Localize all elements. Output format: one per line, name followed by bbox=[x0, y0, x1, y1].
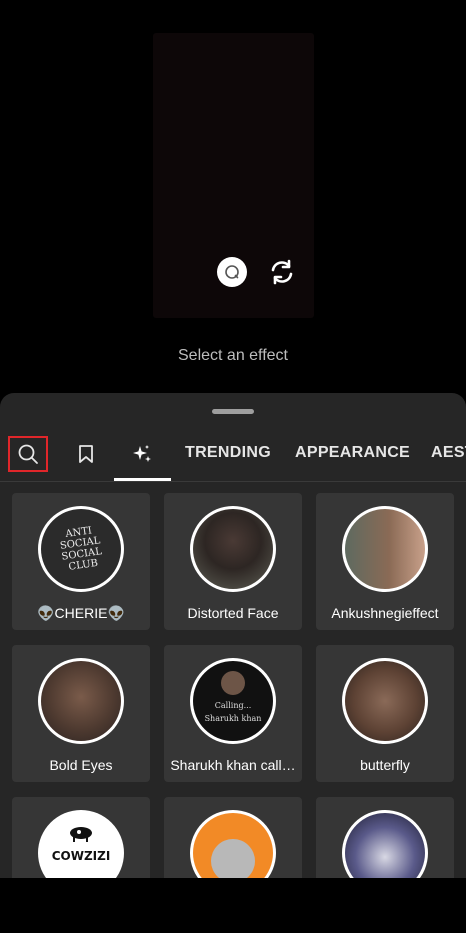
select-effect-hint: Select an effect bbox=[178, 347, 288, 364]
thumbnail-calling-text: Calling... bbox=[214, 701, 252, 710]
caller-avatar bbox=[221, 671, 245, 695]
effect-card-sharukh-khan-calling[interactable]: Calling... Sharukh khan Sharukh khan cal… bbox=[164, 645, 302, 782]
screen: Select an effect TRENDING APPEARANCE AES… bbox=[0, 0, 466, 933]
effect-thumbnail: COWZIZI bbox=[38, 810, 124, 878]
tab-saved[interactable] bbox=[68, 436, 104, 472]
effect-thumbnail bbox=[342, 506, 428, 592]
tab-trending[interactable]: TRENDING bbox=[185, 444, 271, 462]
effect-label: Distorted Face bbox=[187, 605, 279, 621]
flip-camera-button[interactable] bbox=[266, 256, 298, 288]
effect-card-bold-eyes[interactable]: Bold Eyes bbox=[12, 645, 150, 782]
effect-label: 👽CHERIE👽 bbox=[37, 605, 125, 621]
effect-thumbnail: Calling... Sharukh khan bbox=[190, 658, 276, 744]
effect-card-butterfly[interactable]: butterfly bbox=[316, 645, 454, 782]
effect-card-cherie[interactable]: ANTI SOCIAL SOCIAL CLUB 👽CHERIE👽 bbox=[12, 493, 150, 630]
cow-logo-icon bbox=[70, 827, 92, 842]
effect-label: Bold Eyes bbox=[49, 757, 113, 773]
effects-tabs: TRENDING APPEARANCE AEST bbox=[0, 433, 466, 482]
search-icon bbox=[18, 444, 38, 464]
effect-card-skull[interactable] bbox=[316, 797, 454, 878]
effect-thumbnail: ANTI SOCIAL SOCIAL CLUB bbox=[38, 506, 124, 592]
tab-browse[interactable] bbox=[124, 436, 160, 472]
effects-sheet: TRENDING APPEARANCE AEST ANTI SOCIAL SOC… bbox=[0, 393, 466, 878]
effect-card-ankushnegieffect[interactable]: Ankushnegieffect bbox=[316, 493, 454, 630]
effect-card-orange-face[interactable] bbox=[164, 797, 302, 878]
thumbnail-name-text: Sharukh khan bbox=[204, 714, 262, 723]
effect-thumbnail bbox=[38, 658, 124, 744]
character-face bbox=[211, 839, 255, 878]
sheet-drag-handle[interactable] bbox=[212, 409, 254, 414]
tab-aesthetics[interactable]: AEST bbox=[431, 444, 466, 462]
effect-label: Ankushnegieffect bbox=[331, 605, 439, 621]
thumbnail-text: ANTI SOCIAL SOCIAL CLUB bbox=[59, 525, 103, 573]
effect-card-distorted-face[interactable]: Distorted Face bbox=[164, 493, 302, 630]
sparkles-icon bbox=[133, 445, 151, 462]
effect-thumbnail bbox=[342, 658, 428, 744]
capture-icon bbox=[225, 265, 239, 279]
bookmark-icon bbox=[79, 445, 93, 463]
thumbnail-text: COWZIZI bbox=[51, 849, 111, 863]
effect-label: Sharukh khan call… bbox=[170, 757, 296, 773]
active-tab-indicator bbox=[114, 478, 171, 481]
effect-thumbnail bbox=[342, 810, 428, 878]
effect-label: butterfly bbox=[360, 757, 410, 773]
tab-appearance[interactable]: APPEARANCE bbox=[295, 444, 410, 462]
bottom-bar bbox=[0, 878, 466, 933]
tab-search[interactable] bbox=[8, 436, 48, 472]
capture-button[interactable] bbox=[217, 257, 247, 287]
effect-thumbnail bbox=[190, 506, 276, 592]
effect-card-cowzizi[interactable]: COWZIZI bbox=[12, 797, 150, 878]
effect-thumbnail bbox=[190, 810, 276, 878]
flip-camera-icon bbox=[271, 259, 293, 285]
